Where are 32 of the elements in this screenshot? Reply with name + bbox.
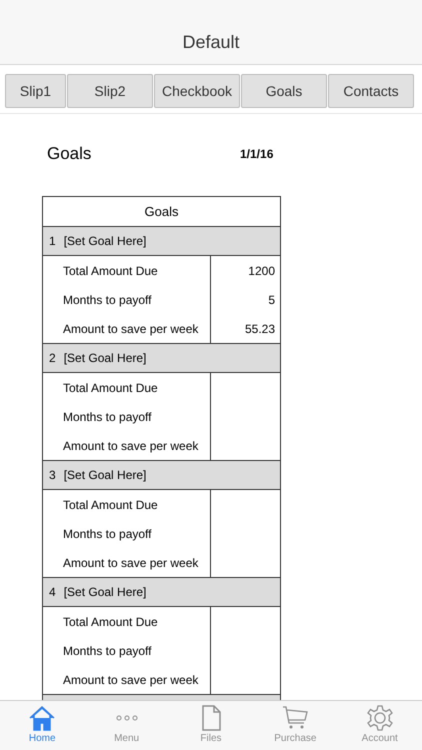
table-cell-text: Total Amount Due — [63, 496, 159, 514]
table-cell-text: Months to payoff — [63, 526, 152, 542]
table-cell-text: Amount to save per week — [63, 554, 200, 572]
goal-header: 1 [Set Goal Here] — [43, 227, 280, 256]
window-title: Default — [182, 32, 240, 53]
table-cell-text: Months to payoff — [63, 642, 152, 660]
table-cell-text: Months to payoff — [63, 292, 152, 308]
goal-header: 4 [Set Goal Here] — [43, 578, 280, 607]
table-cell-text: 1200 — [247, 262, 275, 280]
tab[interactable]: Contacts — [328, 74, 414, 108]
goal-header: 2 [Set Goal Here] — [43, 344, 280, 373]
date-label: 1/1/16 — [240, 147, 274, 161]
tab[interactable]: Slip2 — [67, 74, 153, 108]
cart-icon — [282, 705, 308, 731]
table-cell-text: Total Amount Due — [63, 614, 159, 630]
table-cell-text: Total Amount Due — [63, 262, 159, 280]
table-cell-text: 55.23 — [244, 320, 275, 338]
table-cell-text: Months to payoff — [63, 408, 152, 426]
table-cell-text: Amount to save per week — [63, 672, 200, 688]
table-cell-text: Amount to save per week — [63, 320, 200, 338]
more-icon — [116, 715, 138, 721]
page-heading: Goals — [47, 144, 92, 164]
tab[interactable]: Goals — [241, 74, 327, 108]
nav-item[interactable]: Home — [7, 701, 78, 750]
tab[interactable]: Checkbook — [154, 74, 240, 108]
table-cell-text: 5 — [267, 292, 275, 308]
home-icon — [29, 705, 56, 731]
table-cell-text: Amount to save per week — [63, 438, 200, 454]
settings-icon — [366, 705, 393, 731]
table-cell-text: Total Amount Due — [63, 380, 159, 396]
goal-header: 3 [Set Goal Here] — [43, 461, 280, 490]
tab[interactable]: Slip1 — [5, 74, 66, 108]
